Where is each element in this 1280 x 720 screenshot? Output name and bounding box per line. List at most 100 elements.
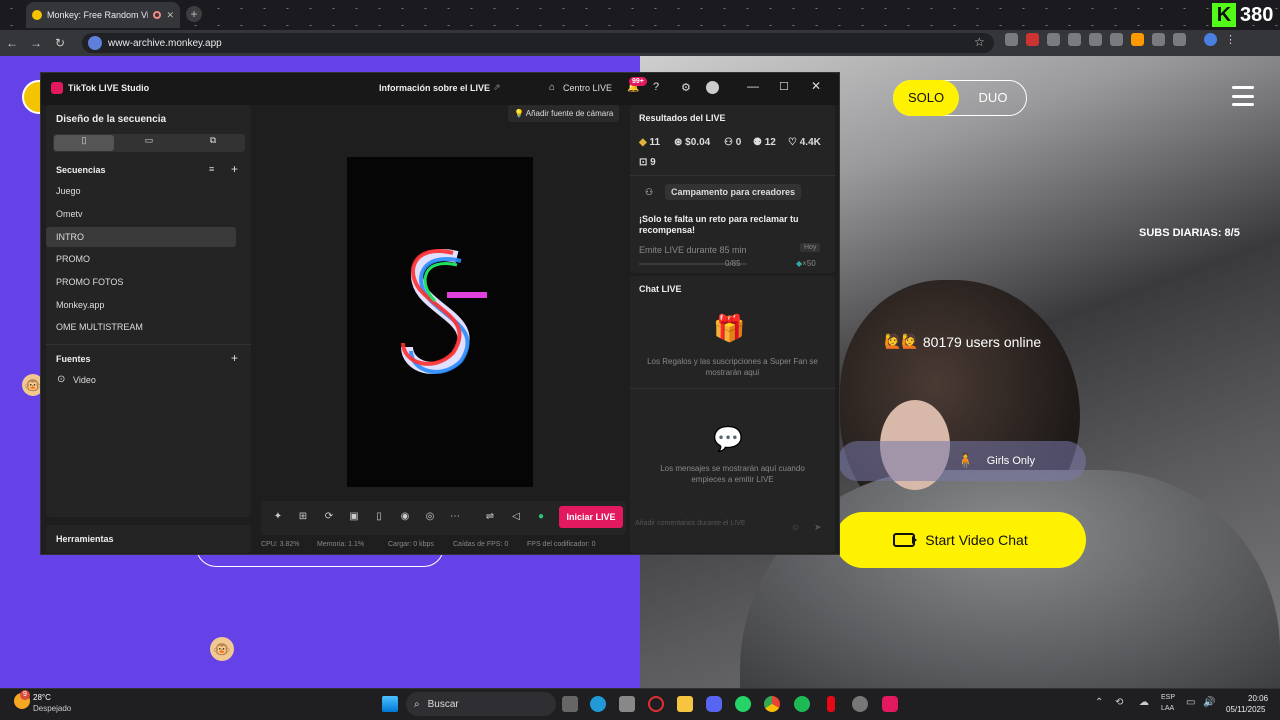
cloud-icon[interactable]: ☁ <box>1139 697 1149 708</box>
chat-comment-input[interactable]: Añadir comentarios durante el LIVE <box>635 520 805 536</box>
extension-icon[interactable] <box>1089 33 1102 46</box>
close-tab-icon[interactable]: ✕ <box>166 10 174 21</box>
extension-icon[interactable] <box>1047 33 1060 46</box>
recording-icon <box>153 11 162 19</box>
menu-dots-icon[interactable]: ⋮ <box>1225 33 1236 46</box>
more-icon[interactable]: ⋯ <box>447 511 463 525</box>
live-info-title[interactable]: Información sobre el LIVE <box>379 83 490 93</box>
volume-icon[interactable]: 🔊 <box>1203 697 1215 708</box>
vertical-layout-button[interactable]: ▯ <box>54 135 114 151</box>
chrome-icon[interactable] <box>764 696 780 712</box>
extension-icon[interactable] <box>1152 33 1165 46</box>
puzzle-icon[interactable] <box>1173 33 1186 46</box>
maximize-icon[interactable]: ☐ <box>779 80 789 93</box>
creator-camp-button[interactable]: Campamento para creadores <box>665 184 802 200</box>
dual-layout-button[interactable]: ⧉ <box>183 135 243 151</box>
sync-icon[interactable]: ⟲ <box>1115 697 1123 708</box>
add-sequence-icon[interactable]: + <box>231 162 238 176</box>
share-icon[interactable]: ⇗ <box>493 82 501 93</box>
extension-icon[interactable] <box>1110 33 1123 46</box>
duo-button[interactable]: DUO <box>960 80 1026 116</box>
close-window-icon[interactable]: ✕ <box>811 79 821 93</box>
start-video-chat-button[interactable]: Start Video Chat <box>835 512 1086 568</box>
reload-icon[interactable]: ↻ <box>48 36 72 50</box>
add-source-icon[interactable]: + <box>231 351 238 365</box>
settings-gear-icon[interactable]: ⚙ <box>681 81 691 94</box>
whatsapp-icon[interactable] <box>735 696 751 712</box>
back-icon[interactable]: ← <box>0 36 24 50</box>
microphone-icon[interactable]: ● <box>533 511 549 525</box>
language-code[interactable]: ESP <box>1161 694 1175 701</box>
horizontal-layout-button[interactable]: ▭ <box>119 135 179 151</box>
home-icon[interactable]: ⌂ <box>549 82 555 93</box>
browser-tab[interactable]: Monkey: Free Random Vid ✕ <box>26 2 180 28</box>
girls-only-toggle[interactable]: 🧍 Girls Only <box>838 441 1086 481</box>
windows-start-icon[interactable] <box>382 696 398 712</box>
taskbar-search[interactable]: ⌕ Buscar <box>406 692 556 716</box>
extension-icon[interactable] <box>1026 33 1039 46</box>
replay-icon[interactable]: ◎ <box>422 511 438 525</box>
clock-time[interactable]: 20:06 <box>1248 694 1268 703</box>
clock-date[interactable]: 05/11/2025 <box>1226 705 1265 714</box>
start-live-button[interactable]: Iniciar LIVE <box>559 506 623 528</box>
new-tab-button[interactable]: + <box>186 6 202 22</box>
sequence-item[interactable]: INTRO <box>46 227 236 247</box>
url-field[interactable]: www-archive.monkey.app <box>82 33 994 53</box>
start-video-chat-label: Start Video Chat <box>925 532 1028 548</box>
image-icon[interactable]: ▣ <box>346 511 362 525</box>
sequence-item[interactable]: OME MULTISTREAM <box>46 317 236 337</box>
opera-icon[interactable] <box>648 696 664 712</box>
girls-only-label: Girls Only <box>986 455 1035 467</box>
stream-preview <box>347 157 533 487</box>
spotify-icon[interactable] <box>794 696 810 712</box>
centro-live-button[interactable]: Centro LIVE <box>563 83 612 93</box>
list-icon[interactable]: ≡ <box>209 164 214 174</box>
bookmark-star-icon[interactable]: ☆ <box>974 35 985 49</box>
solo-button[interactable]: SOLO <box>893 80 959 116</box>
profile-icon[interactable] <box>1204 33 1217 46</box>
phone-icon[interactable]: ▯ <box>371 511 387 525</box>
sequence-item[interactable]: Monkey.app <box>46 295 236 315</box>
app-icon[interactable] <box>852 696 868 712</box>
challenge-progress: 0/85 <box>725 259 741 268</box>
weather-temp[interactable]: 28°C <box>33 693 51 702</box>
record-icon[interactable]: ◉ <box>397 511 413 525</box>
avatar[interactable] <box>706 81 719 94</box>
site-info-icon[interactable] <box>88 36 102 50</box>
sequence-item[interactable]: PROMO FOTOS <box>46 272 236 292</box>
effects-icon[interactable]: ⟳ <box>321 511 337 525</box>
tools-title[interactable]: Herramientas <box>56 534 114 544</box>
forward-icon[interactable]: → <box>24 36 48 50</box>
magic-wand-icon[interactable]: ✦ <box>270 511 286 525</box>
task-view-icon[interactable] <box>562 696 578 712</box>
add-camera-button[interactable]: 💡 Añadir fuente de cámara <box>508 105 620 122</box>
extension-icon[interactable] <box>1068 33 1081 46</box>
discord-icon[interactable] <box>706 696 722 712</box>
weather-desc[interactable]: Despejado <box>33 704 71 713</box>
netflix-icon[interactable] <box>827 696 835 712</box>
extension-icon[interactable] <box>1005 33 1018 46</box>
sequence-item[interactable]: Ometv <box>46 204 236 224</box>
emoji-icon[interactable]: ☺ <box>791 522 800 532</box>
notification-badge: 99+ <box>629 77 647 86</box>
sequence-item[interactable]: Juego <box>46 181 236 201</box>
extension-icon[interactable] <box>1131 33 1144 46</box>
edge-icon[interactable] <box>590 696 606 712</box>
help-icon[interactable]: ? <box>653 81 659 93</box>
speaker-icon[interactable]: ◁ <box>508 511 524 525</box>
tiktok-taskbar-icon[interactable] <box>882 696 898 712</box>
sequence-item[interactable]: PROMO <box>46 249 236 269</box>
add-user-icon[interactable]: ⚇ <box>645 187 653 198</box>
source-video[interactable]: Video <box>73 375 96 385</box>
hamburger-menu-icon[interactable] <box>1232 86 1254 106</box>
monitor-icon[interactable]: ▭ <box>1186 697 1195 708</box>
minimize-icon[interactable]: — <box>747 79 759 93</box>
chevron-up-icon[interactable]: ⌃ <box>1095 697 1103 708</box>
windows-taskbar <box>0 688 1280 720</box>
add-media-icon[interactable]: ⊞ <box>295 511 311 525</box>
file-explorer-icon[interactable] <box>677 696 693 712</box>
language-layout[interactable]: LAA <box>1161 705 1174 712</box>
store-icon[interactable] <box>619 696 635 712</box>
send-icon[interactable]: ➤ <box>814 522 822 533</box>
adjust-icon[interactable]: ⇌ <box>482 511 498 525</box>
